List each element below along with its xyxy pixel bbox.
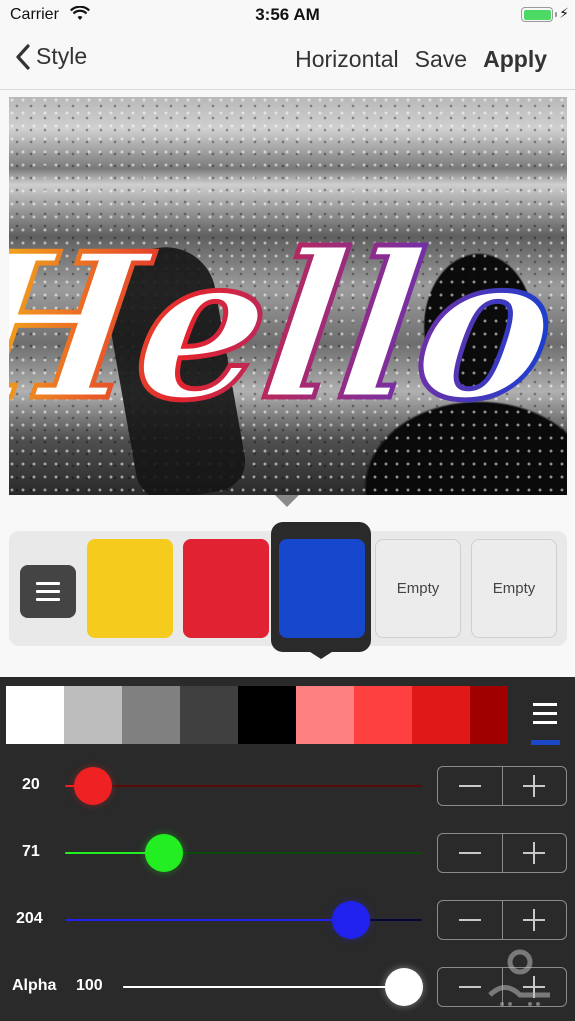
swatch-menu-button[interactable]: [20, 565, 76, 618]
apply-button[interactable]: Apply: [483, 46, 547, 73]
palette-menu-icon[interactable]: [533, 703, 557, 724]
green-slider-thumb[interactable]: [145, 834, 184, 872]
swatch-blue[interactable]: [279, 539, 365, 638]
swatch-empty[interactable]: Empty: [375, 539, 461, 638]
preset-palette: [6, 686, 508, 744]
minus-icon: [458, 852, 481, 854]
back-button[interactable]: Style: [16, 43, 87, 70]
alpha-slider-thumb[interactable]: [385, 968, 423, 1006]
clock: 3:56 AM: [255, 5, 320, 24]
horizontal-button[interactable]: Horizontal: [295, 46, 399, 73]
blue-value: 204: [16, 910, 43, 927]
swatch-red[interactable]: [183, 539, 269, 638]
red-slider-row: 20: [0, 756, 575, 816]
back-label: Style: [36, 43, 88, 69]
status-bar: Carrier 3:56 AM ⚡: [0, 0, 575, 30]
blue-slider-fill: [65, 919, 351, 921]
save-button[interactable]: Save: [415, 46, 467, 73]
plus-icon: [523, 909, 546, 931]
plus-icon: [523, 842, 546, 864]
alpha-slider-fill: [123, 986, 404, 988]
green-stepper: [437, 833, 567, 873]
palette-tab-indicator: [531, 740, 560, 745]
blue-decrement-button[interactable]: [438, 901, 502, 939]
palette-color[interactable]: [470, 686, 508, 744]
palette-color[interactable]: [296, 686, 354, 744]
blue-increment-button[interactable]: [501, 901, 567, 939]
blue-stepper: [437, 900, 567, 940]
nav-actions: Horizontal Save Apply: [295, 46, 547, 73]
navigation-bar: Style Horizontal Save Apply: [0, 30, 575, 90]
red-value: 20: [22, 776, 40, 793]
empty-label: Empty: [396, 580, 440, 597]
green-value: 71: [22, 843, 40, 860]
palette-color[interactable]: [64, 686, 122, 744]
palette-color[interactable]: [412, 686, 470, 744]
watermark-logo: [488, 949, 550, 1006]
hello-text-layer[interactable]: Hello: [9, 97, 567, 495]
palette-color[interactable]: [238, 686, 296, 744]
minus-icon: [458, 919, 481, 921]
green-increment-button[interactable]: [501, 834, 567, 872]
palette-color[interactable]: [122, 686, 180, 744]
blue-slider-thumb[interactable]: [331, 901, 370, 939]
canvas-pointer: [275, 495, 299, 507]
empty-label: Empty: [492, 580, 536, 597]
alpha-value: 100: [76, 977, 103, 994]
palette-color[interactable]: [6, 686, 64, 744]
minus-icon: [458, 785, 481, 787]
battery-nub: [555, 12, 557, 17]
red-slider-thumb[interactable]: [74, 767, 112, 805]
swatch-empty[interactable]: Empty: [471, 539, 557, 638]
charging-icon: ⚡: [559, 5, 569, 21]
red-stepper: [437, 766, 567, 806]
selected-swatch-pointer: [307, 650, 335, 659]
green-slider-row: 71: [0, 823, 575, 883]
hello-text: Hello: [9, 210, 567, 445]
palette-color[interactable]: [354, 686, 412, 744]
minus-icon: [458, 986, 481, 988]
red-decrement-button[interactable]: [438, 767, 502, 805]
green-decrement-button[interactable]: [438, 834, 502, 872]
alpha-label: Alpha: [12, 977, 57, 994]
photo-canvas[interactable]: Hello: [9, 97, 567, 495]
palette-color[interactable]: [180, 686, 238, 744]
red-slider-track[interactable]: [65, 785, 422, 787]
battery-icon: [521, 7, 553, 22]
red-increment-button[interactable]: [501, 767, 567, 805]
chevron-left-icon: [16, 43, 30, 70]
plus-icon: [523, 775, 546, 797]
swatch-yellow[interactable]: [87, 539, 173, 638]
